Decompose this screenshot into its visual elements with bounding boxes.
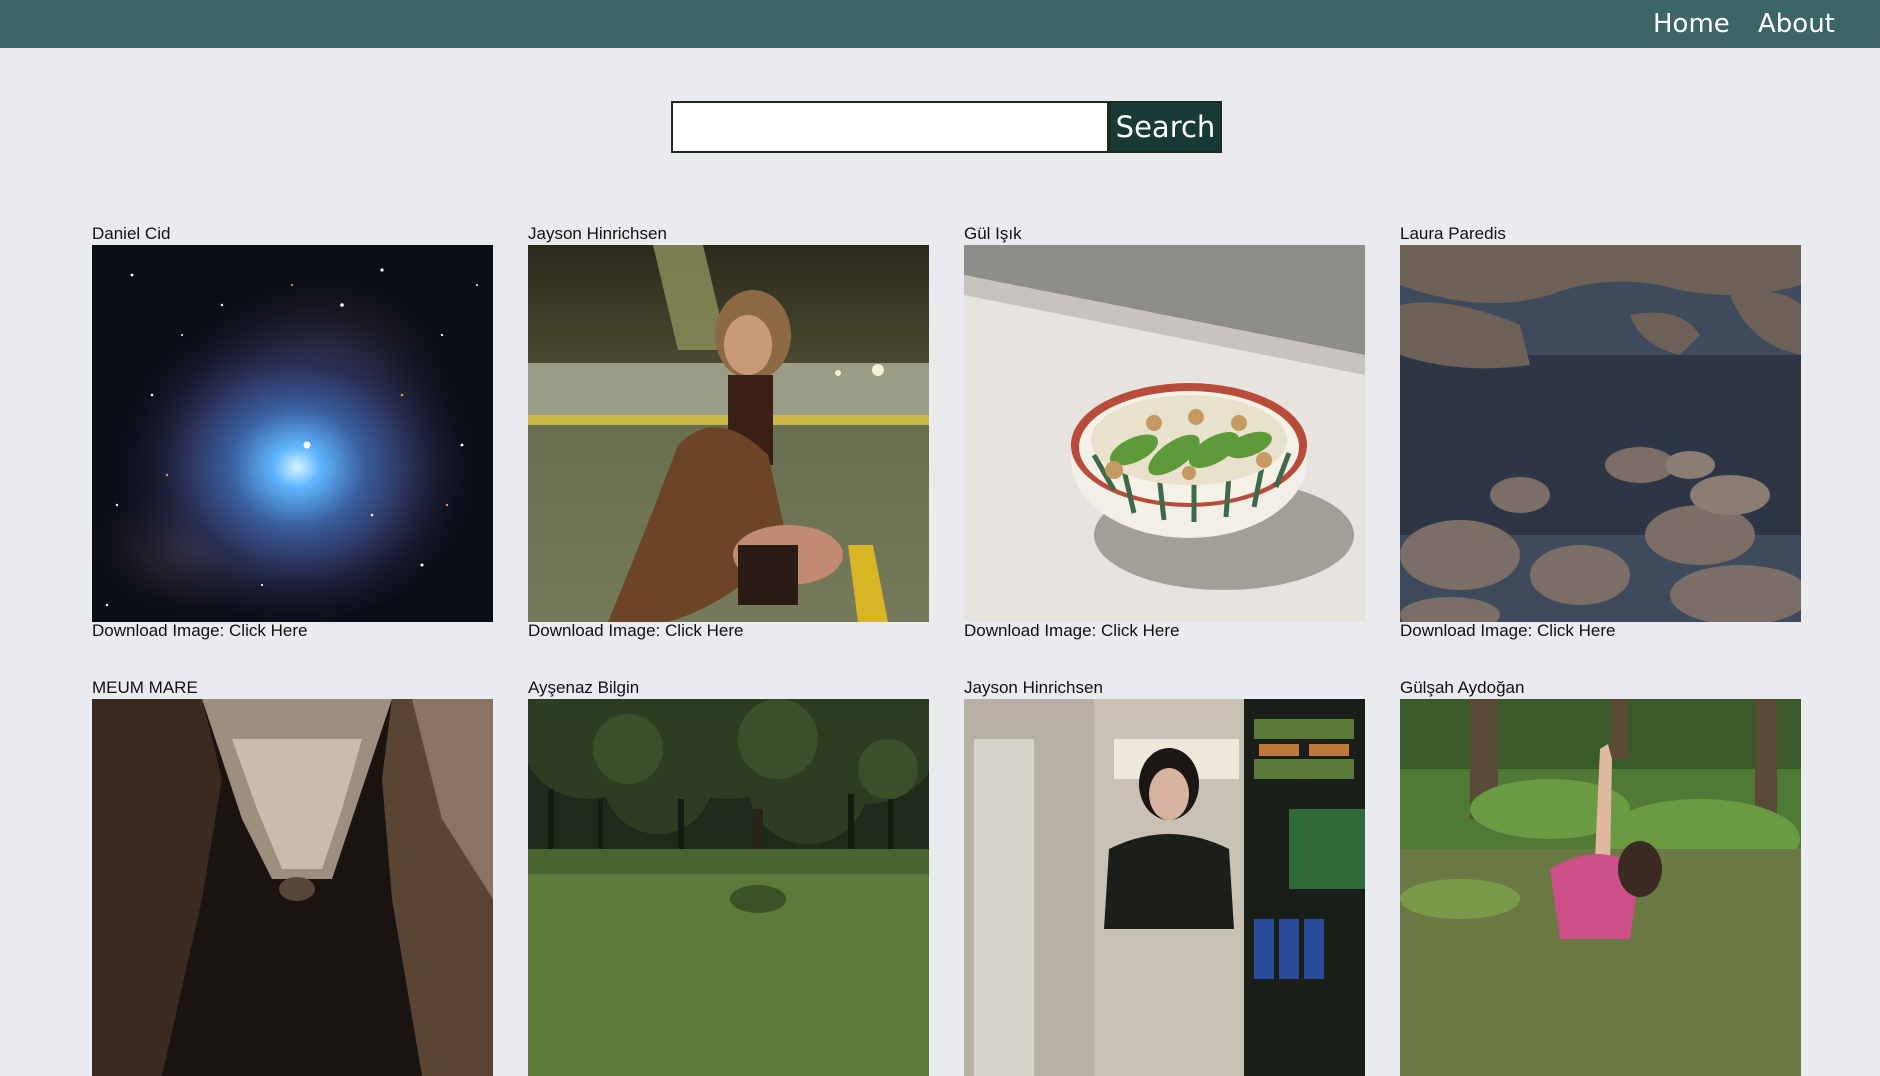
- download-label: Download Image:: [1400, 621, 1538, 640]
- photographer-name: Ayşenaz Bilgin: [528, 678, 640, 697]
- download-link[interactable]: Click Here: [1537, 621, 1615, 640]
- woman-in-store-photo[interactable]: [964, 699, 1365, 1076]
- download-line: Download Image: Click Here: [964, 621, 1179, 641]
- download-link[interactable]: Click Here: [1101, 621, 1179, 640]
- search-button[interactable]: Search: [1109, 101, 1222, 153]
- woman-in-forest-photo[interactable]: [1400, 699, 1801, 1076]
- photographer-name: Gülşah Aydoğan: [1400, 678, 1525, 697]
- photographer-name: Gül Işık: [964, 224, 1022, 243]
- iris-nebula-photo[interactable]: [92, 245, 493, 622]
- download-label: Download Image:: [528, 621, 666, 640]
- photographer-name: Laura Paredis: [1400, 224, 1506, 243]
- photographer-name: Jayson Hinrichsen: [528, 224, 667, 243]
- photographer-name: MEUM MARE: [92, 678, 198, 697]
- woman-in-parking-garage-photo[interactable]: [528, 245, 929, 622]
- download-link[interactable]: Click Here: [229, 621, 307, 640]
- download-line: Download Image: Click Here: [1400, 621, 1615, 641]
- download-link[interactable]: Click Here: [665, 621, 743, 640]
- tree-in-park-photo[interactable]: [528, 699, 929, 1076]
- canyon-cave-photo[interactable]: [92, 699, 493, 1076]
- photographer-name: Jayson Hinrichsen: [964, 678, 1103, 697]
- download-line: Download Image: Click Here: [92, 621, 307, 641]
- search-input[interactable]: [671, 101, 1109, 153]
- download-label: Download Image:: [92, 621, 230, 640]
- rocky-shore-photo[interactable]: [1400, 245, 1801, 622]
- download-label: Download Image:: [964, 621, 1102, 640]
- nav-home-link[interactable]: Home: [1653, 8, 1730, 40]
- avocado-walnut-bowl-photo[interactable]: [964, 245, 1365, 622]
- top-nav-bar: Home About: [0, 0, 1880, 48]
- photographer-name: Daniel Cid: [92, 224, 171, 243]
- nav-about-link[interactable]: About: [1758, 8, 1835, 40]
- download-line: Download Image: Click Here: [528, 621, 743, 641]
